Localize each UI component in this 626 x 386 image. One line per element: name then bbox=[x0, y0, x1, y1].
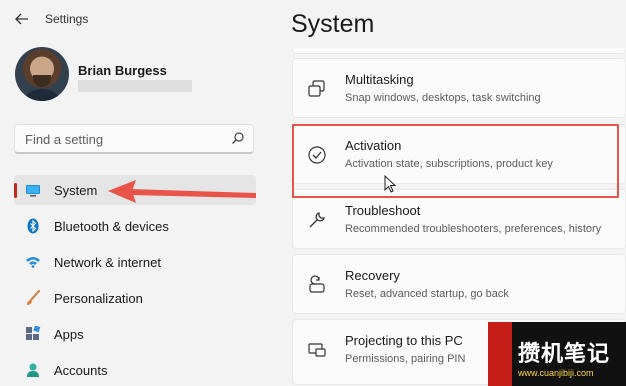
projecting-icon bbox=[308, 343, 326, 357]
wrench-icon bbox=[309, 212, 325, 228]
person-icon bbox=[27, 363, 39, 377]
annotation-highlight-box bbox=[292, 124, 619, 198]
watermark-logo: 攒机笔记 www.cuanjibiji.com bbox=[488, 322, 626, 386]
selection-indicator bbox=[14, 183, 17, 198]
watermark-url: www.cuanjibiji.com bbox=[518, 368, 594, 378]
back-arrow-icon bbox=[15, 13, 28, 25]
card-multitasking[interactable]: Multitasking Snap windows, desktops, tas… bbox=[292, 58, 626, 118]
back-button[interactable] bbox=[12, 9, 32, 29]
apps-icon bbox=[26, 326, 41, 340]
multitasking-icon bbox=[308, 80, 325, 97]
card-description: Snap windows, desktops, task switching bbox=[345, 92, 541, 104]
user-name: Brian Burgess bbox=[78, 63, 167, 78]
app-title: Settings bbox=[45, 12, 89, 26]
card-recovery[interactable]: Recovery Reset, advanced startup, go bac… bbox=[292, 254, 626, 314]
recovery-icon bbox=[309, 275, 325, 293]
search-icon[interactable] bbox=[231, 131, 245, 145]
sidebar-item-label: Apps bbox=[54, 327, 84, 342]
bluetooth-icon bbox=[27, 218, 39, 234]
search-box[interactable] bbox=[14, 124, 254, 154]
card-title: Multitasking bbox=[345, 72, 414, 87]
title-bar: Settings bbox=[0, 0, 270, 38]
sidebar-item-label: Accounts bbox=[54, 363, 108, 378]
card-title: Troubleshoot bbox=[345, 203, 421, 218]
card-troubleshoot[interactable]: Troubleshoot Recommended troubleshooters… bbox=[292, 189, 626, 249]
sidebar-item-label: Bluetooth & devices bbox=[54, 219, 169, 234]
display-icon bbox=[26, 185, 40, 197]
search-input[interactable] bbox=[15, 125, 225, 153]
sidebar-item-bluetooth-devices[interactable]: Bluetooth & devices bbox=[14, 211, 256, 241]
sidebar-item-personalization[interactable]: Personalization bbox=[14, 283, 256, 313]
card-scrolled-edge bbox=[292, 48, 626, 54]
sidebar-item-accounts[interactable]: Accounts bbox=[14, 355, 256, 385]
card-title: Projecting to this PC bbox=[345, 333, 463, 348]
watermark-text: 攒机笔记 bbox=[518, 341, 611, 366]
annotation-arrow bbox=[108, 180, 256, 203]
user-email-redacted bbox=[78, 80, 192, 92]
avatar[interactable] bbox=[15, 47, 69, 101]
card-description: Reset, advanced startup, go back bbox=[345, 288, 509, 300]
sidebar-item-apps[interactable]: Apps bbox=[14, 319, 256, 349]
sidebar-item-network-internet[interactable]: Network & internet bbox=[14, 247, 256, 277]
sidebar: Settings Brian Burgess System Bluetooth … bbox=[0, 0, 270, 386]
brush-icon bbox=[27, 290, 41, 305]
sidebar-item-label: System bbox=[54, 183, 98, 198]
page-title: System bbox=[291, 10, 375, 38]
card-title: Recovery bbox=[345, 268, 400, 283]
wifi-icon bbox=[26, 257, 40, 268]
sidebar-item-label: Network & internet bbox=[54, 255, 161, 270]
card-description: Permissions, pairing PIN bbox=[345, 353, 466, 365]
card-description: Recommended troubleshooters, preferences… bbox=[345, 223, 602, 235]
sidebar-item-label: Personalization bbox=[54, 291, 143, 306]
mouse-cursor-icon bbox=[384, 175, 397, 193]
